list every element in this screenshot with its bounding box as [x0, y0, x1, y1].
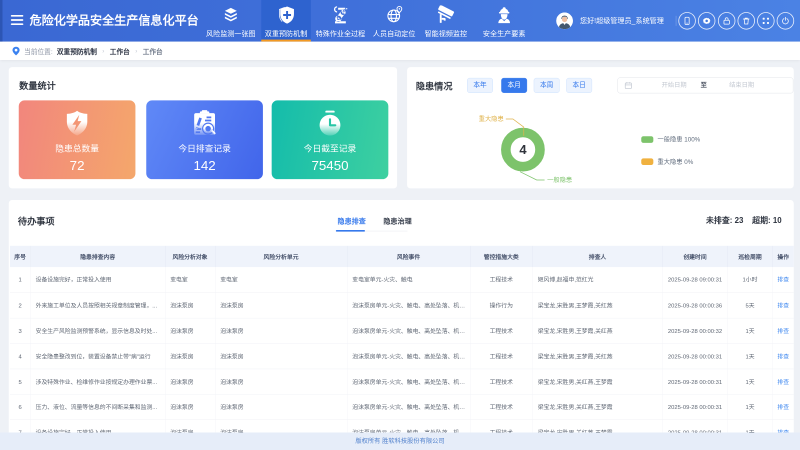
- svg-text:一般隐患: 一般隐患: [547, 175, 572, 184]
- svg-text:4: 4: [519, 142, 527, 157]
- svg-text:重大隐患: 重大隐患: [479, 114, 504, 123]
